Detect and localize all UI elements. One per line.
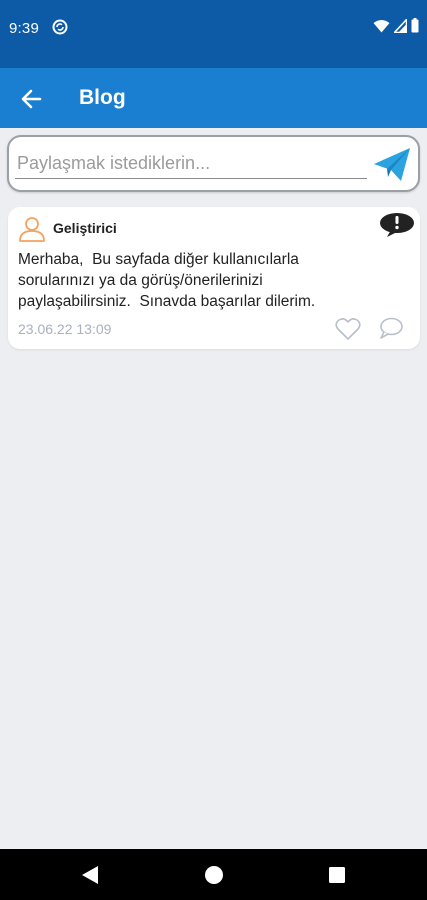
status-bar: 9:39 <box>0 0 427 68</box>
nav-back-icon <box>82 866 98 884</box>
post-timestamp: 23.06.22 13:09 <box>18 321 112 337</box>
back-button[interactable] <box>16 84 46 114</box>
heart-outline-icon <box>335 318 361 340</box>
nav-home-button[interactable] <box>202 863 226 887</box>
wifi-icon <box>373 19 390 38</box>
user-outline-icon <box>18 214 46 242</box>
comment-outline-icon <box>380 317 403 339</box>
nav-home-icon <box>205 866 223 884</box>
page-title: Blog <box>79 86 126 109</box>
post-input[interactable] <box>15 149 367 179</box>
comment-button[interactable] <box>379 317 403 339</box>
post-composer <box>7 135 420 192</box>
nav-recents-button[interactable] <box>325 863 349 887</box>
exclamation-bubble-icon <box>380 213 414 237</box>
paper-plane-icon <box>374 148 410 181</box>
system-nav-bar <box>0 849 427 900</box>
send-button[interactable] <box>372 146 412 184</box>
post-body: Merhaba, Bu sayfada diğer kullanıcılarla… <box>18 251 316 310</box>
app-bar: Blog <box>0 68 427 128</box>
post-author: Geliştirici <box>53 220 117 236</box>
signal-icon <box>392 17 408 38</box>
nav-recents-icon <box>329 867 345 883</box>
arrow-left-icon <box>21 89 42 109</box>
status-time: 9:39 <box>9 20 39 37</box>
status-indicators <box>373 17 419 38</box>
report-button[interactable] <box>379 212 415 238</box>
nav-back-button[interactable] <box>78 863 102 887</box>
sync-icon <box>52 19 68 35</box>
like-button[interactable] <box>335 317 361 341</box>
post-card: Geliştirici Merhaba, Bu sayfada diğer ku… <box>8 207 420 349</box>
battery-icon <box>411 18 419 38</box>
